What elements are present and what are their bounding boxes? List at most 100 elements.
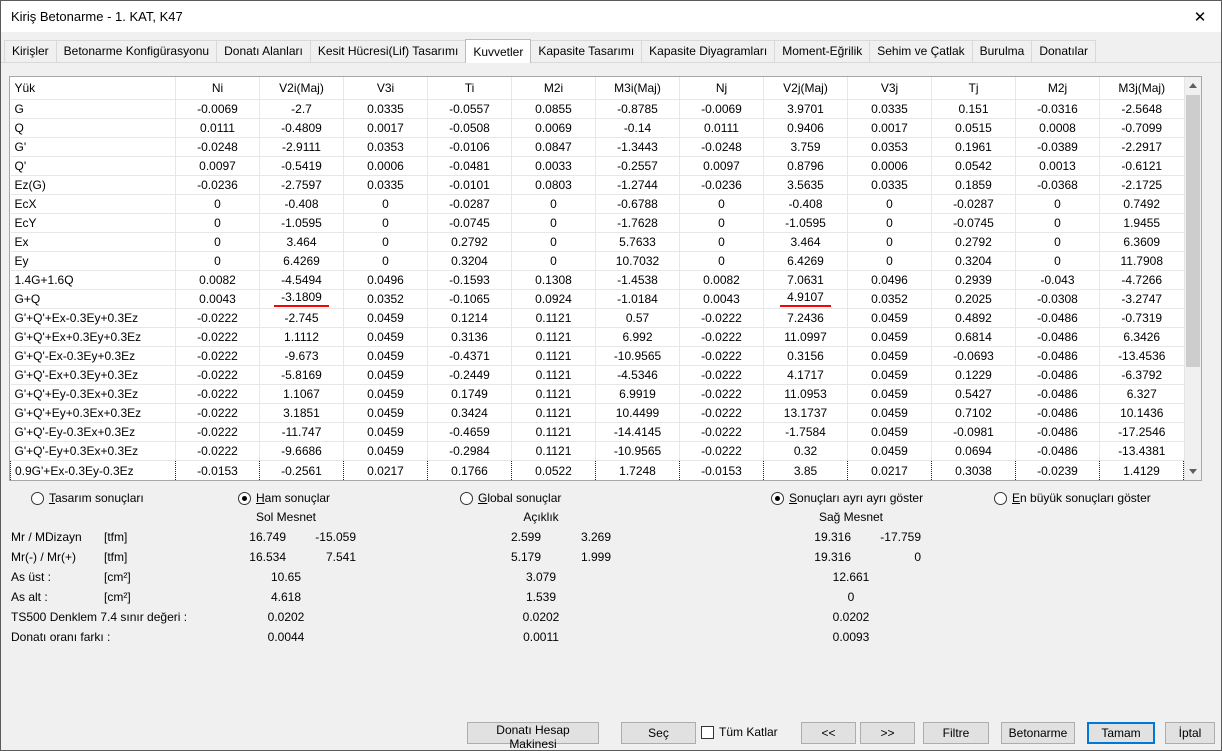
cell: 0 [344, 194, 428, 213]
table-row[interactable]: EcX0-0.4080-0.02870-0.67880-0.4080-0.028… [11, 194, 1184, 213]
cell: 0.0097 [680, 156, 764, 175]
result-label: As alt : [11, 590, 48, 604]
cell: 0.8796 [764, 156, 848, 175]
cell: 0.3424 [428, 404, 512, 423]
table-row[interactable]: G'+Q'-Ex-0.3Ey+0.3Ez-0.0222-9.6730.0459-… [11, 347, 1184, 366]
cell: -0.0486 [1016, 385, 1100, 404]
tab-sehim-ve-catlak[interactable]: Sehim ve Çatlak [869, 40, 972, 62]
table-row[interactable]: G'+Q'-Ey+0.3Ex+0.3Ez-0.0222-9.66860.0459… [11, 442, 1184, 461]
cell: -3.2747 [1100, 289, 1184, 308]
prev-button[interactable]: << [801, 722, 856, 744]
result-value: 2.599 [471, 530, 541, 544]
scroll-up-icon[interactable] [1185, 77, 1201, 94]
tamam-button[interactable]: Tamam [1087, 722, 1155, 744]
radio-tasarim-sonuclari[interactable]: Tasarım sonuçları [31, 491, 144, 505]
cell: -2.7 [260, 99, 344, 118]
tab-burulma[interactable]: Burulma [972, 40, 1033, 62]
table-row[interactable]: Ex03.46400.279205.763303.46400.279206.36… [11, 232, 1184, 251]
tab-kapasite-tasarimi[interactable]: Kapasite Tasarımı [530, 40, 642, 62]
close-icon[interactable]: ✕ [1189, 6, 1211, 28]
radio-button-icon [460, 492, 473, 505]
tab-kesit-hucresi-lif-tasarimi[interactable]: Kesit Hücresi(Lif) Tasarımı [310, 40, 466, 62]
result-row-ts500-denklem-7-4-sinir-degeri: TS500 Denklem 7.4 sınır değeri :0.02020.… [1, 610, 1221, 630]
cell: -0.7099 [1100, 118, 1184, 137]
betonarme-button[interactable]: Betonarme [1001, 722, 1075, 744]
cell: 1.4129 [1100, 461, 1184, 480]
cell: 0.4892 [932, 309, 1016, 328]
cell: -0.4809 [260, 118, 344, 137]
radio-en-buyuk-sonuclari-goster[interactable]: En büyük sonuçları göster [994, 491, 1151, 505]
table-row[interactable]: Q0.0111-0.48090.0017-0.05080.0069-0.140.… [11, 118, 1184, 137]
table-row[interactable]: Ez(G)-0.0236-2.75970.0335-0.01010.0803-1… [11, 175, 1184, 194]
scroll-down-icon[interactable] [1185, 463, 1201, 480]
tab-kapasite-diyagramlari[interactable]: Kapasite Diyagramları [641, 40, 775, 62]
radio-button-icon [31, 492, 44, 505]
cell: -1.0595 [260, 213, 344, 232]
cell: -0.0486 [1016, 309, 1100, 328]
filtre-button[interactable]: Filtre [923, 722, 989, 744]
result-values-sag: 19.3160 [781, 550, 921, 564]
cell: 0.0217 [848, 461, 932, 480]
row-label: EcX [11, 194, 176, 213]
result-value: 0 [781, 590, 921, 604]
result-label: TS500 Denklem 7.4 sınır değeri : [11, 610, 187, 624]
cell: 0 [680, 251, 764, 270]
table-row[interactable]: G'+Q'+Ey-0.3Ex+0.3Ez-0.02221.10670.04590… [11, 385, 1184, 404]
table-row[interactable]: G-0.0069-2.70.0335-0.05570.0855-0.8785-0… [11, 99, 1184, 118]
table-row[interactable]: G'+Q'+Ex-0.3Ey+0.3Ez-0.0222-2.7450.04590… [11, 309, 1184, 328]
cell: 0 [1016, 194, 1100, 213]
cell: 0.0459 [848, 385, 932, 404]
table-row[interactable]: G+Q0.0043-3.18090.0352-0.10650.0924-1.01… [11, 289, 1184, 308]
tab-betonarme-konfigurasyonu[interactable]: Betonarme Konfigürasyonu [56, 40, 217, 62]
cell: 10.7032 [596, 251, 680, 270]
scrollbar-thumb[interactable] [1186, 95, 1200, 367]
cell: -0.0557 [428, 99, 512, 118]
cell: -10.9565 [596, 442, 680, 461]
table-row[interactable]: G'+Q'+Ex+0.3Ey+0.3Ez-0.02221.11120.04590… [11, 328, 1184, 347]
cell: -0.0481 [428, 156, 512, 175]
cell: -0.0222 [176, 328, 260, 347]
checkbox-box-icon [701, 726, 714, 739]
cell: -0.0287 [428, 194, 512, 213]
cell: 0.0006 [344, 156, 428, 175]
radio-sonuclari-ayri-ayri-goster[interactable]: Sonuçları ayrı ayrı göster [771, 491, 923, 505]
sec-button[interactable]: Seç [621, 722, 696, 744]
iptal-button[interactable]: İptal [1165, 722, 1215, 744]
next-button[interactable]: >> [860, 722, 915, 744]
table-row[interactable]: G'+Q'+Ey+0.3Ex+0.3Ez-0.02223.18510.04590… [11, 404, 1184, 423]
tab-moment-egrilik[interactable]: Moment-Eğrilik [774, 40, 870, 62]
table-header-row: YükNiV2i(Maj)V3iTiM2iM3i(Maj)NjV2j(Maj)V… [11, 77, 1184, 99]
vertical-scrollbar[interactable] [1184, 77, 1201, 480]
donati-hesap-makinesi-button[interactable]: Donatı Hesap Makinesi [467, 722, 599, 744]
radio-ham-sonuclar[interactable]: Ham sonuçlar [238, 491, 330, 505]
tab-kuvvetler[interactable]: Kuvvetler [465, 39, 531, 63]
tab-kirisler[interactable]: Kirişler [4, 40, 57, 62]
cell: 1.1067 [260, 385, 344, 404]
tum-katlar-checkbox[interactable]: Tüm Katlar [701, 725, 778, 739]
column-header-yuk: Yük [11, 77, 176, 99]
cell: -1.2744 [596, 175, 680, 194]
tab-donati-alanlari[interactable]: Donatı Alanları [216, 40, 311, 62]
sag-mesnet-header: Sağ Mesnet [781, 510, 921, 524]
cell: -2.5648 [1100, 99, 1184, 118]
table-row[interactable]: Ey06.426900.3204010.703206.426900.320401… [11, 251, 1184, 270]
tab-donatilar[interactable]: Donatılar [1031, 40, 1096, 62]
result-value: 4.618 [216, 590, 356, 604]
result-unit: [tfm] [104, 530, 127, 544]
result-values-aciklik: 0.0202 [471, 610, 611, 624]
cell: 0.2792 [932, 232, 1016, 251]
cell: 3.9701 [764, 99, 848, 118]
result-values-sag: 12.661 [781, 570, 921, 584]
table-row[interactable]: 0.9G'+Ex-0.3Ey-0.3Ez-0.0153-0.25610.0217… [11, 461, 1184, 480]
table-row[interactable]: Q'0.0097-0.54190.0006-0.04810.0033-0.255… [11, 156, 1184, 175]
table-row[interactable]: G'+Q'-Ex+0.3Ey+0.3Ez-0.0222-5.81690.0459… [11, 366, 1184, 385]
cell: 0.1961 [932, 137, 1016, 156]
cell: 0.1121 [512, 347, 596, 366]
cell: 0.0459 [344, 347, 428, 366]
cell: 11.0997 [764, 328, 848, 347]
table-row[interactable]: G'-0.0248-2.91110.0353-0.01060.0847-1.34… [11, 137, 1184, 156]
table-row[interactable]: G'+Q'-Ey-0.3Ex+0.3Ez-0.0222-11.7470.0459… [11, 423, 1184, 442]
table-row[interactable]: 1.4G+1.6Q0.0082-4.54940.0496-0.15930.130… [11, 270, 1184, 289]
radio-global-sonuclar[interactable]: Global sonuçlar [460, 491, 561, 505]
table-row[interactable]: EcY0-1.05950-0.07450-1.76280-1.05950-0.0… [11, 213, 1184, 232]
